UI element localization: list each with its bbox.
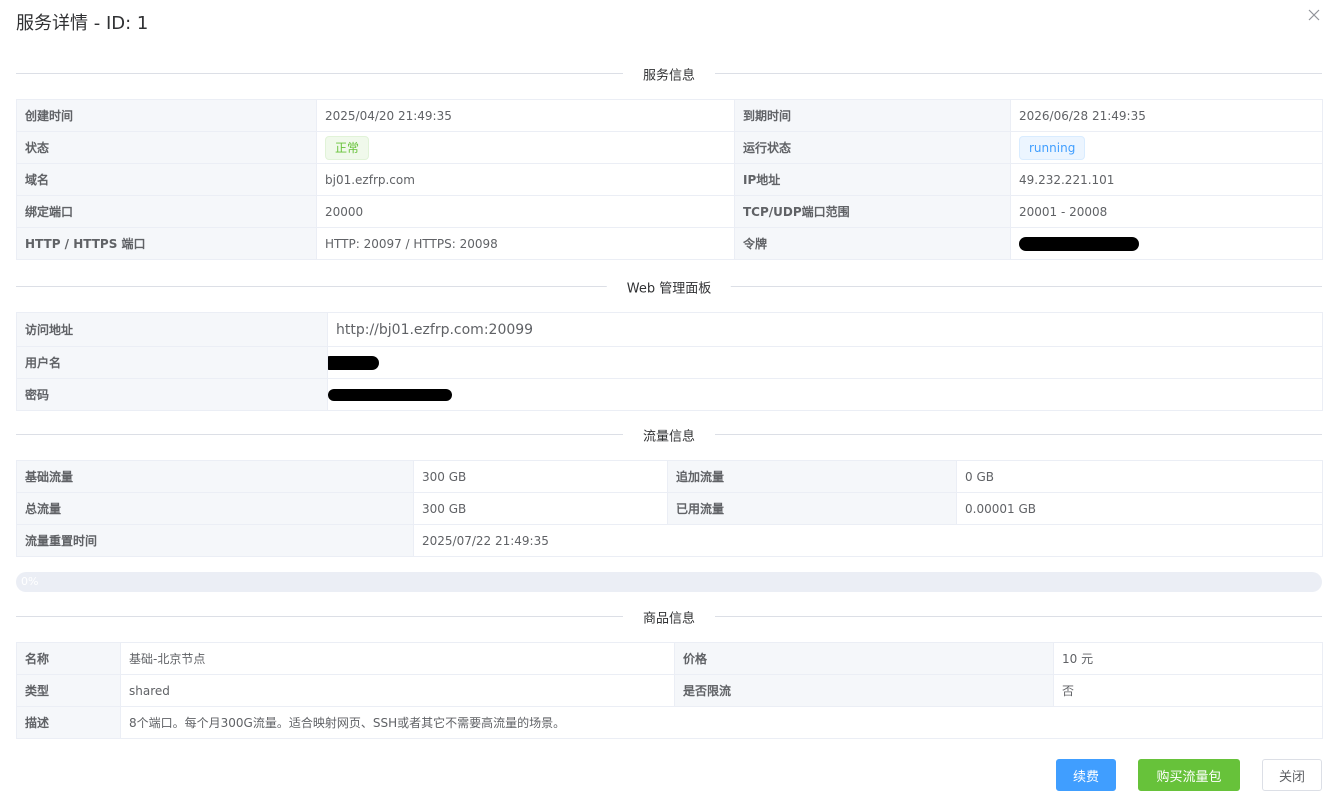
section-title-traffic: 流量信息 [622, 425, 716, 444]
password-label: 密码 [16, 378, 328, 411]
type-label: 类型 [16, 674, 121, 707]
product-table: 名称 基础-北京节点 价格 10 元 类型 shared 是否限流 否 描述 8… [16, 642, 1323, 739]
table-row: 创建时间 2025/04/20 21:49:35 到期时间 2026/06/28… [16, 99, 1323, 132]
used-traffic-value: 0.00001 GB [956, 492, 1323, 525]
ip-label: IP地址 [734, 163, 1011, 196]
type-value: shared [120, 674, 675, 707]
expire-value: 2026/06/28 21:49:35 [1010, 99, 1323, 132]
base-traffic-label: 基础流量 [16, 460, 414, 493]
rate-limit-label: 是否限流 [674, 674, 1054, 707]
close-button[interactable]: 关闭 [1262, 759, 1322, 791]
table-row: 名称 基础-北京节点 价格 10 元 [16, 642, 1323, 675]
extra-traffic-value: 0 GB [956, 460, 1323, 493]
port-value: 20000 [316, 195, 735, 228]
section-title-web: Web 管理面板 [606, 277, 732, 296]
http-port-value: HTTP: 20097 / HTTPS: 20098 [316, 227, 735, 260]
description-label: 描述 [16, 706, 121, 739]
section-title-service: 服务信息 [622, 64, 716, 83]
progress-text: 0% [21, 575, 39, 588]
table-row: 总流量 300 GB 已用流量 0.00001 GB [16, 492, 1323, 525]
run-status-badge: running [1019, 135, 1086, 160]
created-value: 2025/04/20 21:49:35 [316, 99, 735, 132]
domain-label: 域名 [16, 163, 317, 196]
http-port-label: HTTP / HTTPS 端口 [16, 227, 317, 260]
ip-value: 49.232.221.101 [1010, 163, 1323, 196]
traffic-table: 基础流量 300 GB 追加流量 0 GB 总流量 300 GB 已用流量 0.… [16, 460, 1323, 557]
url-label: 访问地址 [16, 312, 328, 347]
password-redacted [328, 389, 452, 401]
web-panel-table: 访问地址 http://bj01.ezfrp.com:20099 用户名 密码 [16, 312, 1323, 411]
status-label: 状态 [16, 131, 317, 164]
table-row: 域名 bj01.ezfrp.com IP地址 49.232.221.101 [16, 163, 1323, 196]
buy-traffic-button[interactable]: 购买流量包 [1138, 759, 1240, 791]
token-redacted [1019, 236, 1139, 251]
product-name-label: 名称 [16, 642, 121, 675]
port-label: 绑定端口 [16, 195, 317, 228]
table-row: HTTP / HTTPS 端口 HTTP: 20097 / HTTPS: 200… [16, 227, 1323, 260]
created-label: 创建时间 [16, 99, 317, 132]
token-label: 令牌 [734, 227, 1011, 260]
section-divider-traffic: 流量信息 [16, 425, 1322, 444]
price-label: 价格 [674, 642, 1054, 675]
section-divider-product: 商品信息 [16, 607, 1322, 626]
table-row: 密码 [16, 378, 1323, 411]
product-name-value: 基础-北京节点 [120, 642, 675, 675]
table-row: 用户名 [16, 346, 1323, 379]
used-traffic-label: 已用流量 [667, 492, 957, 525]
base-traffic-value: 300 GB [413, 460, 668, 493]
table-row: 流量重置时间 2025/07/22 21:49:35 [16, 524, 1323, 557]
total-traffic-value: 300 GB [413, 492, 668, 525]
traffic-progress-bar: 0% [16, 572, 1322, 592]
section-title-product: 商品信息 [622, 607, 716, 626]
table-row: 绑定端口 20000 TCP/UDP端口范围 20001 - 20008 [16, 195, 1323, 228]
table-row: 状态 正常 运行状态 running [16, 131, 1323, 164]
web-panel-link[interactable]: http://bj01.ezfrp.com:20099 [336, 322, 533, 338]
status-badge: 正常 [325, 135, 370, 160]
renew-button[interactable]: 续费 [1056, 759, 1116, 791]
section-divider-web: Web 管理面板 [16, 277, 1322, 296]
reset-time-value: 2025/07/22 21:49:35 [413, 524, 1323, 557]
dialog-title: 服务详情 - ID: 1 [16, 13, 149, 34]
service-info-table: 创建时间 2025/04/20 21:49:35 到期时间 2026/06/28… [16, 99, 1323, 260]
price-value: 10 元 [1053, 642, 1323, 675]
close-icon[interactable] [1307, 8, 1321, 22]
table-row: 访问地址 http://bj01.ezfrp.com:20099 [16, 312, 1323, 347]
port-range-label: TCP/UDP端口范围 [734, 195, 1011, 228]
port-range-value: 20001 - 20008 [1010, 195, 1323, 228]
table-row: 基础流量 300 GB 追加流量 0 GB [16, 460, 1323, 493]
total-traffic-label: 总流量 [16, 492, 414, 525]
section-divider-service: 服务信息 [16, 64, 1322, 83]
table-row: 类型 shared 是否限流 否 [16, 674, 1323, 707]
expire-label: 到期时间 [734, 99, 1011, 132]
username-redacted [328, 355, 379, 370]
description-value: 8个端口。每个月300G流量。适合映射网页、SSH或者其它不需要高流量的场景。 [120, 706, 1323, 739]
rate-limit-value: 否 [1053, 674, 1323, 707]
run-status-label: 运行状态 [734, 131, 1011, 164]
extra-traffic-label: 追加流量 [667, 460, 957, 493]
domain-value: bj01.ezfrp.com [316, 163, 735, 196]
table-row: 描述 8个端口。每个月300G流量。适合映射网页、SSH或者其它不需要高流量的场… [16, 706, 1323, 739]
reset-time-label: 流量重置时间 [16, 524, 414, 557]
username-label: 用户名 [16, 346, 328, 379]
